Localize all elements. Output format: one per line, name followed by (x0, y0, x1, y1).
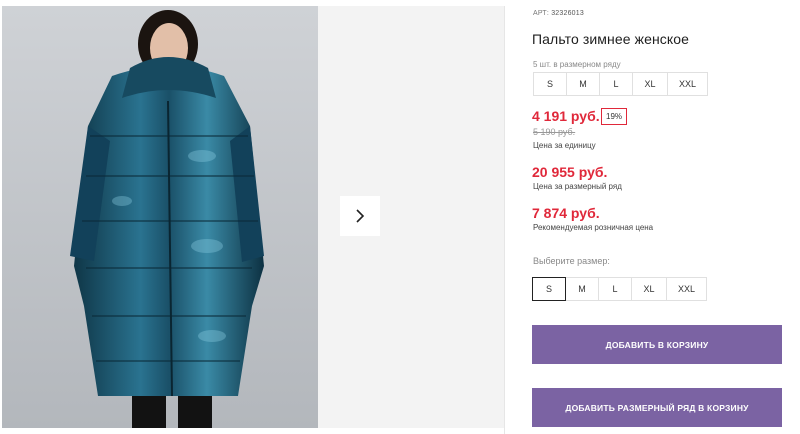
pack-size-l: L (599, 72, 633, 96)
coat-model-illustration (2, 6, 318, 428)
unit-price-caption: Цена за единицу (533, 141, 596, 150)
chevron-right-icon (356, 209, 365, 223)
size-option-s[interactable]: S (532, 277, 566, 301)
article-number: АРТ: 32326013 (533, 10, 584, 17)
retail-price-caption: Рекомендуемая розничная цена (533, 223, 654, 232)
product-title: Пальто зимнее женское (532, 31, 690, 47)
size-option-m[interactable]: M (565, 277, 599, 301)
article-code: 32326013 (551, 10, 584, 17)
pack-size-xl: XL (632, 72, 668, 96)
pack-sizes: S M L XL XXL (533, 72, 708, 96)
old-price: 5 190 руб. (533, 127, 576, 137)
retail-price: 7 874 руб. (532, 205, 600, 221)
divider (504, 6, 505, 434)
product-photo[interactable] (2, 6, 318, 428)
unit-price: 4 191 руб. (532, 108, 600, 124)
product-gallery (0, 0, 504, 434)
add-to-cart-button[interactable]: ДОБАВИТЬ В КОРЗИНУ (532, 325, 782, 364)
pack-note: 5 шт. в размерном ряду (533, 60, 621, 69)
size-selector: S M L XL XXL (532, 277, 707, 301)
pack-price-caption: Цена за размерный ряд (533, 182, 622, 191)
pack-price: 20 955 руб. (532, 164, 608, 180)
pack-size-xxl: XXL (667, 72, 708, 96)
choose-size-label: Выберите размер: (533, 256, 610, 266)
pack-size-s: S (533, 72, 567, 96)
article-label: АРТ: (533, 10, 550, 17)
size-option-xl[interactable]: XL (631, 277, 667, 301)
discount-badge: 19% (601, 108, 628, 125)
add-pack-to-cart-button[interactable]: ДОБАВИТЬ РАЗМЕРНЫЙ РЯД В КОРЗИНУ (532, 388, 782, 427)
size-option-l[interactable]: L (598, 277, 632, 301)
pack-size-m: M (566, 72, 600, 96)
size-option-xxl[interactable]: XXL (666, 277, 707, 301)
next-image-button[interactable] (340, 196, 380, 236)
